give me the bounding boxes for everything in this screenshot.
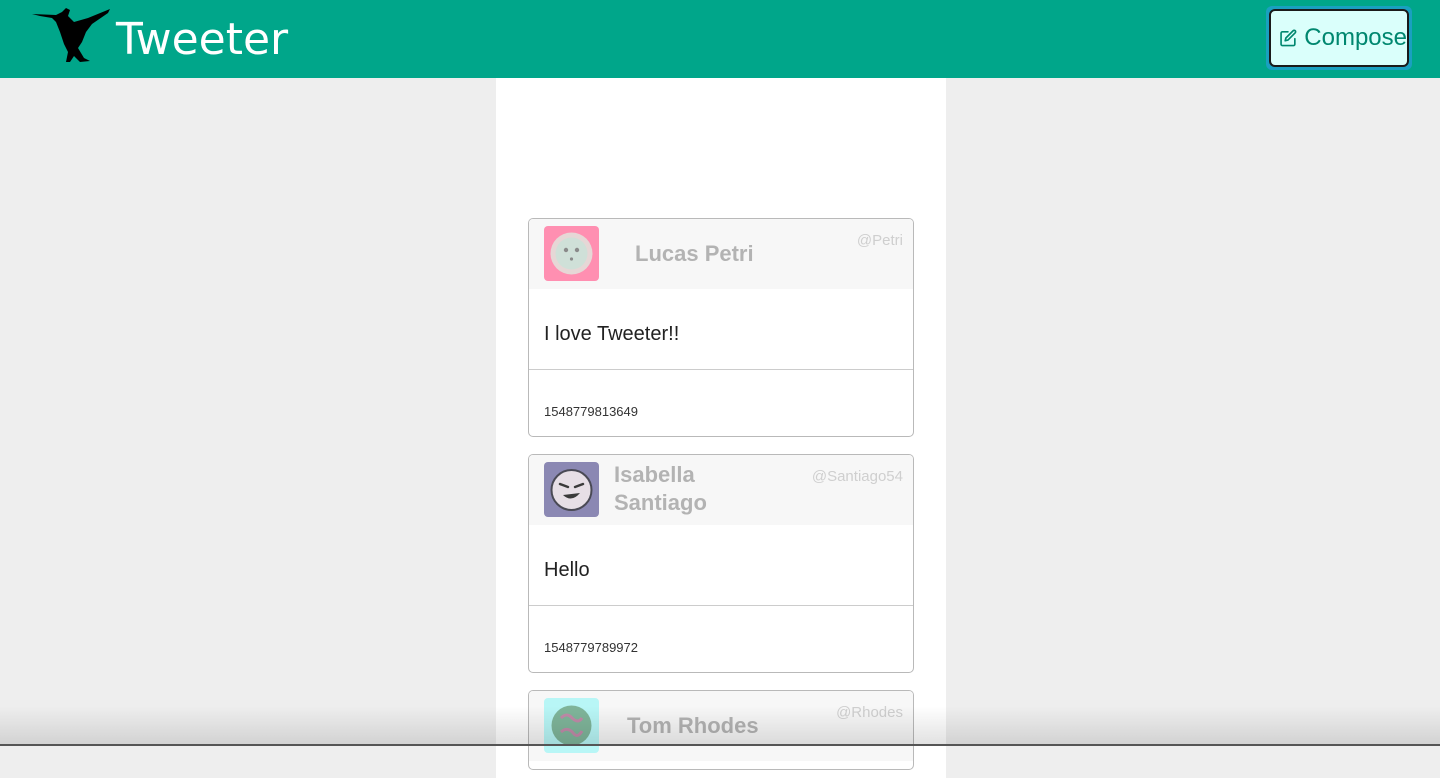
tweet-header: Tom Rhodes @Rhodes <box>529 691 913 761</box>
tweet-body: Hello <box>529 525 913 606</box>
tweet-timestamp: 1548779789972 <box>544 640 638 655</box>
avatar <box>544 462 599 517</box>
tweet-text: I love Tweeter!! <box>544 323 680 345</box>
compose-button[interactable]: Compose <box>1269 9 1409 67</box>
tweet-author-name: Lucas Petri <box>635 241 754 266</box>
avatar <box>544 226 599 281</box>
tweet-timestamp: 1548779813649 <box>544 404 638 419</box>
tweet-card: Tom Rhodes @Rhodes <box>528 690 914 770</box>
tweet-body: I love Tweeter!! <box>529 289 913 370</box>
compose-label: Compose <box>1304 24 1407 51</box>
tweet-author-last-name: Santiago <box>614 490 707 515</box>
edit-icon <box>1280 29 1297 47</box>
user-avatar-icon <box>544 226 599 281</box>
tweet-footer: 1548779813649 <box>529 370 913 436</box>
tweet-footer: 1548779789972 <box>529 606 913 672</box>
tweet-author-handle: @Santiago54 <box>811 468 903 485</box>
tweet-header: Isabella Santiago @Santiago54 <box>529 455 913 525</box>
tweet-author-handle: @Rhodes <box>836 704 903 721</box>
user-avatar-icon <box>544 462 599 517</box>
tweet-author-handle: @Petri <box>856 232 903 249</box>
top-nav-bar: Tweeter Compose <box>0 0 1440 78</box>
tweet-text: Hello <box>544 559 590 581</box>
tweet-author-name: Tom Rhodes <box>627 713 759 738</box>
compose-button-focus-ring: Compose <box>1266 6 1412 70</box>
hummingbird-logo-icon <box>32 8 110 62</box>
app-title: Tweeter <box>116 14 289 65</box>
tweet-feed: Lucas Petri @Petri I love Tweeter!! 1548… <box>496 78 946 778</box>
tweet-author-first-name: Isabella <box>614 462 695 487</box>
tweet-card: Isabella Santiago @Santiago54 Hello 1548… <box>528 454 914 673</box>
tweet-author-name: Isabella Santiago <box>614 461 707 517</box>
tweet-card: Lucas Petri @Petri I love Tweeter!! 1548… <box>528 218 914 437</box>
tweet-header: Lucas Petri @Petri <box>529 219 913 289</box>
